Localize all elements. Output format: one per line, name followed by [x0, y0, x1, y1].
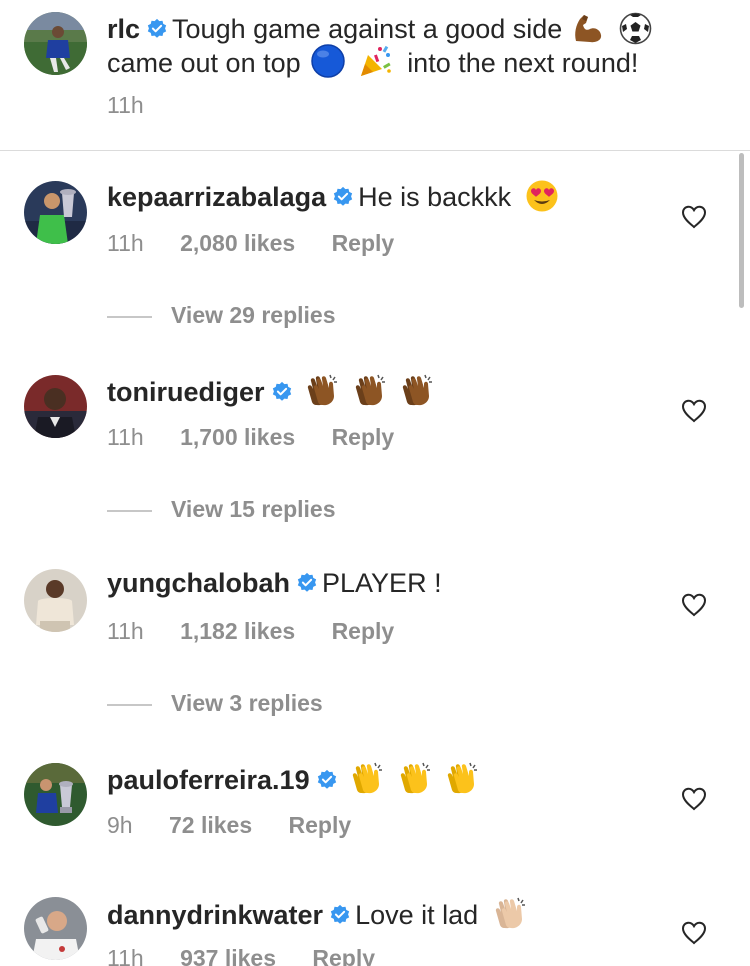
verified-badge-icon: [146, 18, 168, 40]
clapping-hands-emoji: [399, 372, 435, 408]
clapping-hands-emoji: [304, 372, 340, 408]
avatar-yungchalobah: [24, 569, 87, 632]
avatar-pauloferreira: [24, 763, 87, 826]
comment-timestamp: 11h: [107, 618, 144, 644]
caption-divider: [0, 150, 750, 151]
post-caption: rlc Tough game against a good side came o…: [0, 0, 750, 150]
comment-username[interactable]: toniruediger: [107, 377, 265, 407]
heart-icon[interactable]: [681, 399, 707, 423]
heart-icon[interactable]: [681, 787, 707, 811]
reply-button[interactable]: Reply: [332, 229, 395, 257]
flexed-biceps-emoji: [570, 11, 604, 45]
reply-button[interactable]: Reply: [332, 617, 395, 645]
view-replies-label: View 3 replies: [171, 690, 323, 716]
comment-timestamp: 9h: [107, 812, 133, 838]
comment-timestamp: 11h: [107, 424, 144, 450]
avatar-rlc: [24, 12, 87, 75]
reply-button[interactable]: Reply: [332, 423, 395, 451]
caption-username[interactable]: rlc: [107, 14, 140, 44]
view-replies-button[interactable]: View 29 replies: [107, 300, 336, 330]
comment-username[interactable]: dannydrinkwater: [107, 900, 323, 930]
party-popper-emoji: [358, 43, 394, 79]
scrollbar[interactable]: [739, 153, 744, 308]
caption-text-line2b: into the next round!: [407, 48, 639, 78]
caption-text-line1: Tough game against a good side: [172, 14, 563, 44]
comment-likes-count[interactable]: 937 likes: [180, 944, 276, 966]
clapping-hands-emoji: [352, 372, 388, 408]
caption-timestamp: 11h: [107, 92, 144, 118]
view-replies-label: View 29 replies: [171, 302, 336, 328]
verified-badge-icon: [296, 572, 318, 594]
clapping-hands-emoji: [444, 760, 480, 796]
avatar[interactable]: [24, 375, 87, 438]
view-replies-label: View 15 replies: [171, 496, 336, 522]
view-replies-line: [107, 316, 152, 318]
comment-timestamp: 11h: [107, 945, 144, 966]
reply-button[interactable]: Reply: [312, 944, 375, 966]
view-replies-button[interactable]: View 15 replies: [107, 494, 336, 524]
comment-text: PLAYER !: [322, 568, 442, 598]
avatar[interactable]: [24, 181, 87, 244]
heart-icon[interactable]: [681, 205, 707, 229]
comment-likes-count[interactable]: 2,080 likes: [180, 229, 295, 257]
comment-timestamp: 11h: [107, 230, 144, 256]
view-replies-line: [107, 704, 152, 706]
reply-button[interactable]: Reply: [289, 811, 352, 839]
verified-badge-icon: [271, 381, 293, 403]
comment-username[interactable]: kepaarrizabalaga: [107, 182, 326, 212]
avatar-kepaarrizabalaga: [24, 181, 87, 244]
avatar[interactable]: [24, 763, 87, 826]
comment-likes-count[interactable]: 1,700 likes: [180, 423, 295, 451]
comment-text: Love it lad: [355, 900, 479, 930]
comment-text: He is backkk: [358, 182, 512, 212]
avatar-toniruediger: [24, 375, 87, 438]
blue-circle-emoji: [310, 43, 346, 79]
avatar[interactable]: [24, 897, 87, 960]
clapping-hands-emoji: [397, 760, 433, 796]
clapping-hands-emoji: [492, 895, 528, 931]
soccer-ball-emoji: [619, 12, 652, 45]
view-replies-line: [107, 510, 152, 512]
comment-likes-count[interactable]: 1,182 likes: [180, 617, 295, 645]
clapping-hands-emoji: [349, 760, 385, 796]
caption-text-line2a: came out on top: [107, 48, 301, 78]
verified-badge-icon: [332, 186, 354, 208]
heart-icon[interactable]: [681, 593, 707, 617]
heart-eyes-emoji: [525, 179, 559, 213]
avatar[interactable]: [24, 569, 87, 632]
verified-badge-icon: [329, 904, 351, 926]
comment-username[interactable]: pauloferreira.19: [107, 765, 310, 795]
comment-username[interactable]: yungchalobah: [107, 568, 290, 598]
comment-likes-count[interactable]: 72 likes: [169, 811, 252, 839]
avatar[interactable]: [24, 12, 87, 75]
view-replies-button[interactable]: View 3 replies: [107, 688, 323, 718]
verified-badge-icon: [316, 769, 338, 791]
heart-icon[interactable]: [681, 921, 707, 945]
avatar-dannydrinkwater: [24, 897, 87, 960]
